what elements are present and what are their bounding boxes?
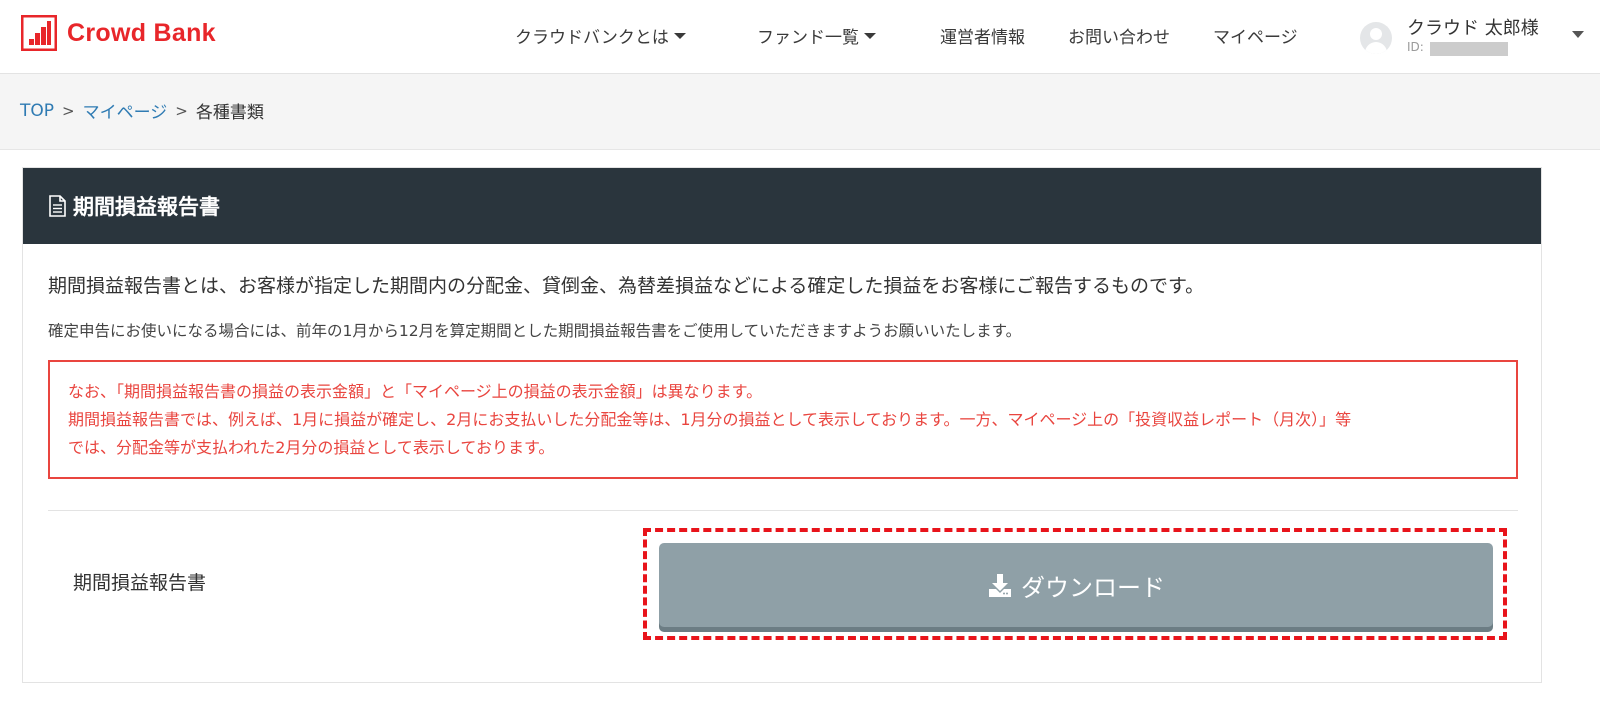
nav-about-label: クラウドバンクとは (515, 27, 669, 48)
breadcrumb-current: 各種書類 (195, 103, 264, 123)
nav-mypage-label: マイページ (1213, 27, 1298, 48)
breadcrumb-separator: > (62, 101, 75, 120)
chevron-down-icon (673, 33, 686, 39)
breadcrumb: TOP > マイページ > 各種書類 (20, 98, 264, 124)
nav-funds-label: ファンド一覧 (757, 27, 859, 48)
report-description: 期間損益報告書とは、お客様が指定した期間内の分配金、貸倒金、為替差損益などによる… (48, 275, 1205, 297)
card-title: 期間損益報告書 (73, 195, 220, 219)
download-button[interactable]: ダウンロード (659, 543, 1493, 627)
divider (48, 510, 1518, 511)
warning-line: 期間損益報告書では、例えば、1月に損益が確定し、2月にお支払いした分配金等は、1… (68, 410, 1352, 429)
nav-mypage[interactable]: マイページ (1213, 0, 1298, 70)
nav-about[interactable]: クラウドバンクとは (515, 0, 686, 70)
nav-funds[interactable]: ファンド一覧 (757, 0, 876, 70)
warning-line: なお、「期間損益報告書の損益の表示金額」と「マイページ上の損益の表示金額」は異な… (68, 382, 763, 401)
brand-logo[interactable]: Crowd Bank (21, 14, 216, 52)
report-card: 期間損益報告書 期間損益報告書とは、お客様が指定した期間内の分配金、貸倒金、為替… (22, 167, 1542, 683)
nav-contact-label: お問い合わせ (1068, 27, 1170, 48)
nav-operator[interactable]: 運営者情報 (940, 0, 1025, 70)
chevron-down-icon (864, 33, 876, 39)
card-header: 期間損益報告書 (23, 168, 1541, 244)
nav-operator-label: 運営者情報 (940, 27, 1025, 48)
breadcrumb-mypage-link[interactable]: マイページ (83, 98, 168, 123)
breadcrumb-top-link[interactable]: TOP (20, 101, 54, 121)
warning-line: では、分配金等が支払われた2月分の損益として表示しております。 (68, 438, 555, 457)
chevron-down-icon (1572, 31, 1584, 38)
user-menu[interactable]: クラウド 太郎様 ID: (1360, 12, 1585, 58)
breadcrumb-separator: > (175, 101, 188, 120)
download-row-label: 期間損益報告書 (73, 572, 207, 594)
warning-box: なお、「期間損益報告書の損益の表示金額」と「マイページ上の損益の表示金額」は異な… (48, 360, 1518, 479)
download-button-label: ダウンロード (1021, 573, 1165, 602)
user-id-redacted (1430, 42, 1508, 56)
user-avatar-icon (1360, 22, 1392, 54)
document-icon (49, 195, 66, 217)
download-icon (989, 574, 1011, 597)
brand-name: Crowd Bank (67, 18, 216, 47)
nav-contact[interactable]: お問い合わせ (1068, 0, 1170, 70)
user-name: クラウド 太郎様 (1407, 18, 1539, 39)
site-header: Crowd Bank クラウドバンクとは ファンド一覧 運営者情報 お問い合わせ… (0, 0, 1600, 74)
user-id-label: ID: (1407, 40, 1424, 54)
report-note: 確定申告にお使いになる場合には、前年の1月から12月を算定期間とした期間損益報告… (48, 322, 1022, 340)
logo-icon (21, 15, 57, 51)
